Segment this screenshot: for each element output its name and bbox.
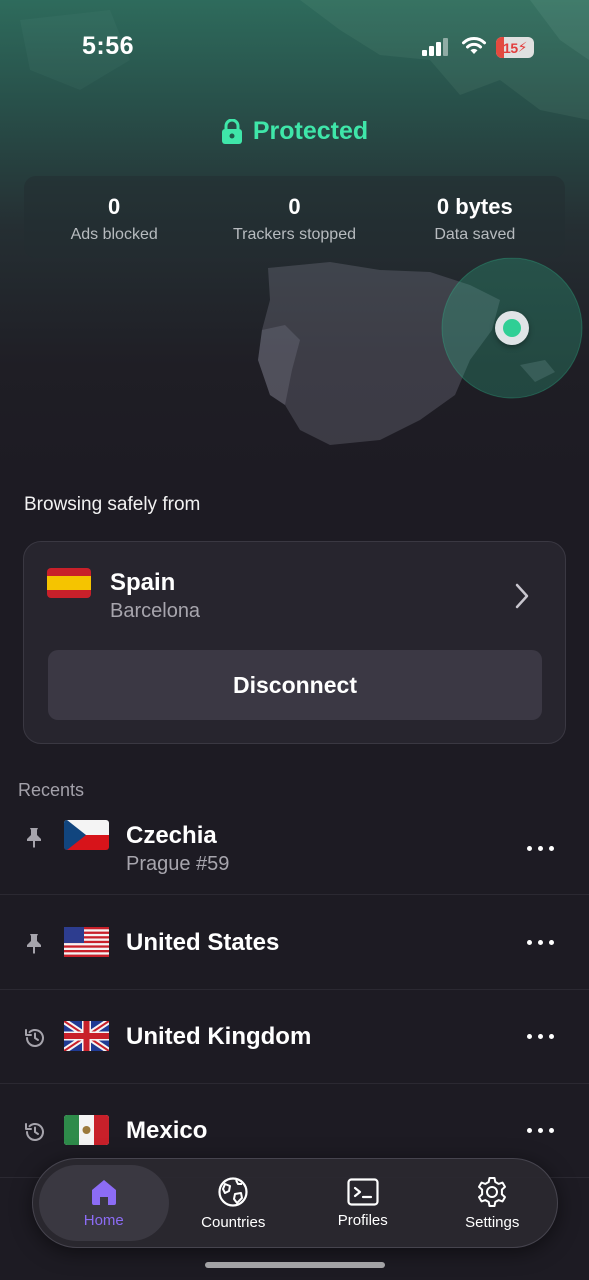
mexico-flag-icon <box>64 1115 109 1145</box>
tab-bar: Home Countries Profiles Settings <box>32 1158 558 1248</box>
recent-item-czechia[interactable]: Czechia Prague #59 <box>0 801 589 895</box>
spain-flag-icon <box>47 568 91 598</box>
history-icon <box>25 1029 44 1047</box>
stat-label: Data saved <box>434 226 516 243</box>
tab-label: Home <box>83 1211 124 1229</box>
globe-icon <box>218 1176 248 1207</box>
more-options-icon[interactable] <box>527 1034 554 1039</box>
connection-card[interactable]: Spain Barcelona Disconnect <box>23 541 566 744</box>
tab-profiles[interactable]: Profiles <box>298 1159 428 1247</box>
recent-country: United States <box>126 929 280 956</box>
location-pin <box>495 311 529 345</box>
browsing-label: Browsing safely from <box>24 494 201 515</box>
stat-trackers-stopped: 0 Trackers stopped <box>204 176 384 258</box>
stat-data-saved: 0 bytes Data saved <box>385 176 565 258</box>
terminal-icon <box>347 1177 379 1206</box>
stat-label: Trackers stopped <box>232 226 356 243</box>
charging-bolt-icon: ⚡ <box>517 39 528 55</box>
recent-server: Prague #59 <box>126 853 230 875</box>
status-bar: 5:56 15 ⚡ <box>0 0 589 96</box>
home-indicator <box>205 1262 385 1268</box>
recent-country: Czechia <box>126 822 217 849</box>
pin-icon[interactable] <box>23 826 45 848</box>
tab-label: Settings <box>465 1213 520 1231</box>
connected-country: Spain <box>110 569 176 596</box>
connected-city: Barcelona <box>110 600 201 622</box>
tab-label: Countries <box>201 1213 266 1231</box>
stat-value: 0 <box>108 194 121 219</box>
more-options-icon[interactable] <box>527 940 554 945</box>
stats-panel: 0 Ads blocked 0 Trackers stopped 0 bytes… <box>24 176 565 258</box>
tab-settings[interactable]: Settings <box>428 1159 558 1247</box>
recent-country: Mexico <box>126 1117 208 1144</box>
recents-title: Recents <box>18 780 85 800</box>
pin-icon[interactable] <box>23 932 45 954</box>
recent-item-united-states[interactable]: United States <box>0 896 589 990</box>
stat-value: 0 <box>288 194 301 219</box>
protection-status: Protected <box>0 117 589 146</box>
more-options-icon[interactable] <box>527 846 554 851</box>
uk-flag-icon <box>64 1021 109 1051</box>
tab-countries[interactable]: Countries <box>169 1159 299 1247</box>
stat-ads-blocked: 0 Ads blocked <box>24 176 204 258</box>
chevron-right-icon[interactable] <box>514 582 530 610</box>
disconnect-button[interactable]: Disconnect <box>48 650 542 720</box>
wifi-icon <box>462 37 486 54</box>
battery-icon: 15 ⚡ <box>496 37 534 58</box>
recent-item-united-kingdom[interactable]: United Kingdom <box>0 990 589 1084</box>
czechia-flag-icon <box>64 820 109 850</box>
lock-icon <box>221 118 242 144</box>
stat-value: 0 bytes <box>436 194 513 219</box>
tab-label: Profiles <box>337 1211 388 1229</box>
home-icon <box>91 1179 116 1205</box>
cellular-signal-icon <box>422 38 448 56</box>
more-options-icon[interactable] <box>527 1128 554 1133</box>
status-time: 5:56 <box>82 32 135 60</box>
gear-icon <box>478 1176 507 1207</box>
protection-label: Protected <box>252 117 369 145</box>
tab-home[interactable]: Home <box>39 1165 169 1241</box>
usa-flag-icon <box>64 927 109 957</box>
recent-country: United Kingdom <box>126 1023 312 1050</box>
stat-label: Ads blocked <box>70 226 158 243</box>
battery-level: 15 <box>503 39 518 56</box>
history-icon <box>25 1123 44 1141</box>
